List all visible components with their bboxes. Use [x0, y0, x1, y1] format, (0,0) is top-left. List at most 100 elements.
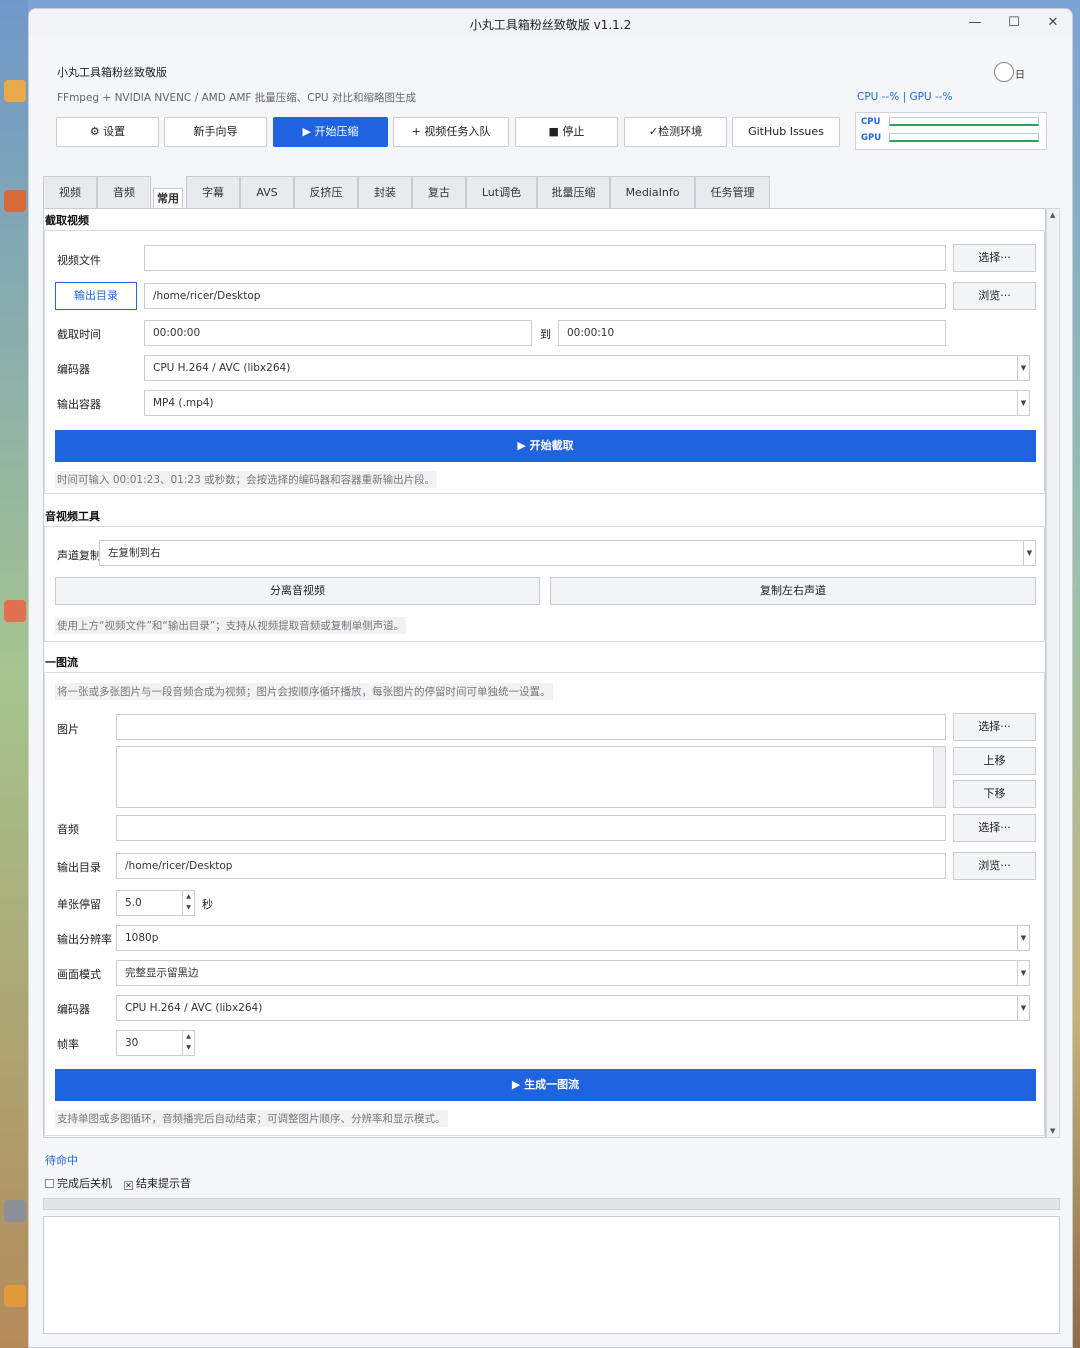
spin-arrows-icon[interactable]: ▲ ▼ — [182, 1031, 194, 1055]
output-dir-button[interactable]: 输出目录 — [55, 282, 137, 310]
theme-label: 日 — [1015, 70, 1025, 81]
clip-start-time-input[interactable]: 00:00:00 — [144, 320, 532, 346]
image-select-button[interactable]: 选择··· — [953, 713, 1036, 741]
slideshow-output-dir-input[interactable]: /home/ricer/Desktop — [116, 853, 946, 879]
tab-task-manager[interactable]: 任务管理 — [695, 176, 770, 209]
desktop-app-icon[interactable] — [4, 80, 26, 102]
chevron-down-icon: ▼ — [1017, 391, 1029, 415]
channel-copy-label: 声道复制 — [57, 549, 101, 562]
slideshow-browse-button[interactable]: 浏览··· — [953, 852, 1036, 880]
move-up-button[interactable]: 上移 — [953, 747, 1036, 775]
fps-spinbox[interactable]: 30 ▲ ▼ — [116, 1030, 195, 1056]
duration-label: 单张停留 — [57, 898, 101, 911]
slideshow-encoder-label: 编码器 — [57, 1003, 90, 1016]
enqueue-button[interactable]: + 视频任务入队 — [393, 117, 509, 147]
tab-subtitle[interactable]: 字幕 — [186, 176, 240, 209]
image-input[interactable] — [116, 714, 946, 740]
desktop-background — [0, 0, 28, 1348]
settings-button[interactable]: ⚙ 设置 — [56, 117, 159, 147]
clip-container-select[interactable]: MP4 (.mp4) ▼ — [144, 390, 1030, 416]
audio-input[interactable] — [116, 815, 946, 841]
video-file-label: 视频文件 — [57, 254, 101, 267]
start-clip-button[interactable]: ▶ 开始截取 — [55, 430, 1036, 462]
tab-video[interactable]: 视频 — [43, 176, 97, 209]
status-text: 待命中 — [45, 1154, 78, 1167]
channel-copy-select[interactable]: 左复制到右 ▼ — [99, 540, 1036, 566]
image-label: 图片 — [57, 723, 79, 736]
chevron-down-icon: ▼ — [1017, 996, 1029, 1020]
log-output[interactable] — [43, 1216, 1060, 1334]
image-list[interactable] — [116, 746, 946, 808]
clip-end-time-input[interactable]: 00:00:10 — [558, 320, 946, 346]
sound-checkbox[interactable]: ✕ 结束提示音 — [124, 1175, 191, 1191]
chevron-down-icon: ▼ — [1017, 926, 1029, 950]
tab-retro[interactable]: 复古 — [412, 176, 466, 209]
video-file-input[interactable] — [144, 245, 946, 271]
tab-audio[interactable]: 音频 — [97, 176, 151, 209]
cpu-graph — [889, 117, 1039, 126]
split-av-button[interactable]: 分离音视频 — [55, 577, 540, 605]
audio-select-button[interactable]: 选择··· — [953, 814, 1036, 842]
desktop-app-icon[interactable] — [4, 1285, 26, 1307]
close-icon[interactable]: ✕ — [1042, 13, 1064, 33]
main-window: 小丸工具箱粉丝致敬版 v1.1.2 — ☐ ✕ 小丸工具箱粉丝致敬版 FFmpe… — [28, 8, 1073, 1348]
tab-desqueeze[interactable]: 反挤压 — [294, 176, 358, 209]
resolution-value: 1080p — [125, 932, 159, 944]
shutdown-label: 完成后关机 — [57, 1177, 112, 1190]
clip-group-title: 截取视频 — [45, 214, 89, 227]
app-name: 小丸工具箱粉丝致敬版 — [57, 66, 167, 79]
desktop-app-icon[interactable] — [4, 1200, 26, 1222]
spin-arrows-icon[interactable]: ▲ ▼ — [182, 891, 194, 915]
maximize-icon[interactable]: ☐ — [1003, 13, 1025, 33]
slideshow-encoder-select[interactable]: CPU H.264 / AVC (libx264) ▼ — [116, 995, 1030, 1021]
tab-avs[interactable]: AVS — [240, 176, 294, 209]
theme-toggle[interactable] — [994, 62, 1014, 82]
app-subtitle: FFmpeg + NVIDIA NVENC / AMD AMF 批量压缩、CPU… — [57, 92, 416, 104]
desktop-app-icon[interactable] — [4, 190, 26, 212]
tab-lut[interactable]: Lut调色 — [466, 176, 537, 209]
check-env-button[interactable]: ✓检测环境 — [624, 117, 727, 147]
move-down-button[interactable]: 下移 — [953, 780, 1036, 808]
duration-unit: 秒 — [202, 898, 213, 911]
stop-button[interactable]: ■ 停止 — [515, 117, 618, 147]
clip-encoder-label: 编码器 — [57, 363, 90, 376]
audio-label: 音频 — [57, 823, 79, 836]
progress-bar — [43, 1198, 1060, 1210]
github-issues-button[interactable]: GitHub Issues — [732, 117, 840, 147]
tab-batch[interactable]: 批量压缩 — [537, 176, 610, 209]
tab-common[interactable]: 常用 — [153, 188, 183, 210]
tab-mediainfo[interactable]: MediaInfo — [610, 176, 695, 209]
shutdown-checkbox[interactable]: 完成后关机 — [45, 1175, 112, 1191]
clip-container-value: MP4 (.mp4) — [153, 397, 214, 409]
av-tools-group-title: 音视频工具 — [45, 510, 100, 523]
display-mode-select[interactable]: 完整显示留黑边 ▼ — [116, 960, 1030, 986]
scroll-up-icon[interactable]: ▲ — [1050, 211, 1055, 219]
clip-encoder-select[interactable]: CPU H.264 / AVC (libx264) ▼ — [144, 355, 1030, 381]
display-mode-label: 画面模式 — [57, 968, 101, 981]
clip-output-dir-input[interactable]: /home/ricer/Desktop — [144, 283, 946, 309]
generate-slideshow-button[interactable]: ▶ 生成一图流 — [55, 1069, 1036, 1101]
resolution-select[interactable]: 1080p ▼ — [116, 925, 1030, 951]
video-file-select-button[interactable]: 选择··· — [953, 244, 1036, 272]
desktop-app-icon[interactable] — [4, 600, 26, 622]
tab-mux[interactable]: 封装 — [358, 176, 412, 209]
chevron-down-icon: ▼ — [1023, 541, 1035, 565]
chevron-down-icon: ▼ — [1017, 356, 1029, 380]
resource-monitor-text: CPU --% | GPU --% — [857, 91, 953, 103]
clip-browse-button[interactable]: 浏览··· — [953, 282, 1036, 310]
image-list-scrollbar[interactable] — [933, 747, 945, 807]
minimize-icon[interactable]: — — [964, 13, 986, 33]
gpu-label: GPU — [861, 133, 882, 143]
fps-value: 30 — [125, 1037, 139, 1049]
scroll-down-icon[interactable]: ▼ — [1050, 1127, 1055, 1135]
copy-channels-button[interactable]: 复制左右声道 — [550, 577, 1036, 605]
guide-button[interactable]: 新手向导 — [164, 117, 267, 147]
clip-time-label: 截取时间 — [57, 328, 101, 341]
slideshow-hint-bottom: 支持单图或多图循环，音频播完后自动结束；可调整图片顺序、分辨率和显示模式。 — [55, 1110, 448, 1127]
panel-scrollbar[interactable]: ▲ ▼ — [1046, 208, 1060, 1138]
start-compress-button[interactable]: ▶ 开始压缩 — [273, 117, 388, 147]
clip-container-label: 输出容器 — [57, 398, 101, 411]
slideshow-encoder-value: CPU H.264 / AVC (libx264) — [125, 1002, 263, 1014]
duration-spinbox[interactable]: 5.0 ▲ ▼ — [116, 890, 195, 916]
resolution-label: 输出分辨率 — [57, 933, 112, 946]
